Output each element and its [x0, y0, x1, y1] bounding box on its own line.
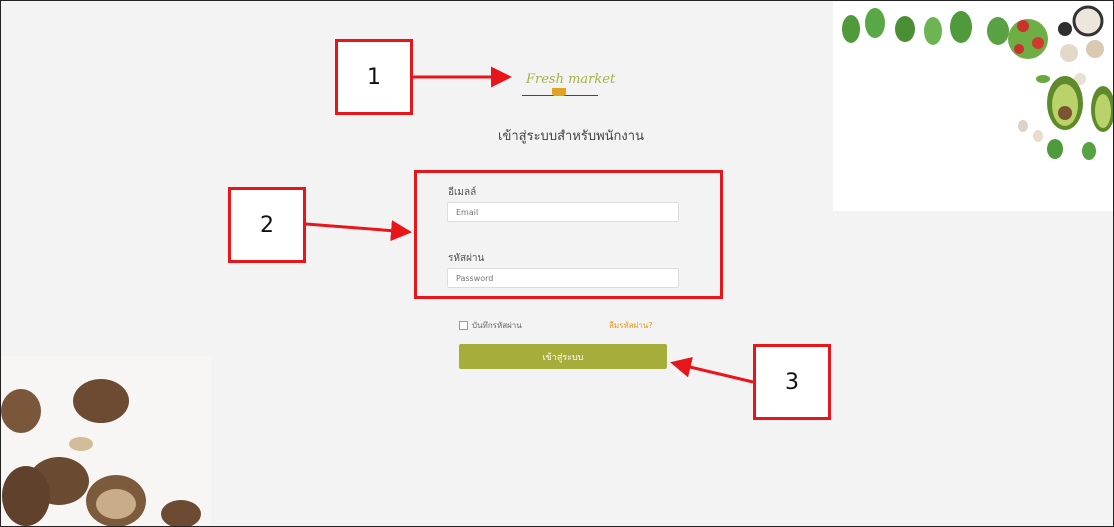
- login-page: Fresh market เข้าสู่ระบบสำหรับพนักงาน อี…: [0, 0, 1114, 527]
- arrow-2: [305, 220, 412, 242]
- arrow-3: [670, 356, 754, 384]
- callout-arrows: [305, 66, 754, 384]
